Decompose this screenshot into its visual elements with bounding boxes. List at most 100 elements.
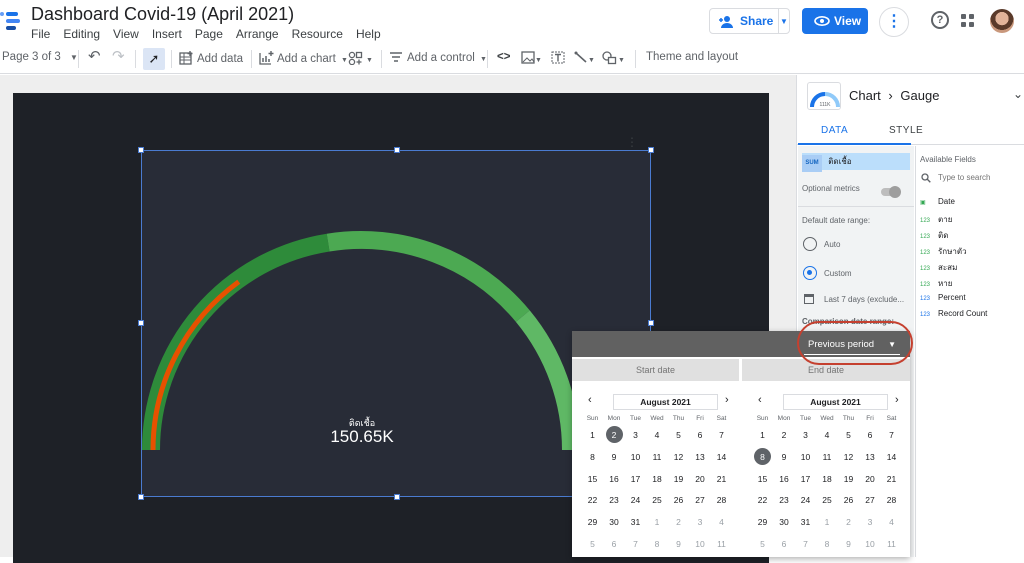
resize-handle[interactable] bbox=[138, 494, 144, 500]
calendar-day[interactable]: 10 bbox=[795, 448, 816, 466]
calendar-day[interactable]: 2 bbox=[774, 426, 795, 444]
calendar-day[interactable]: 26 bbox=[838, 491, 859, 509]
calendar-day[interactable]: 7 bbox=[881, 426, 902, 444]
calendar-day[interactable]: 21 bbox=[711, 470, 732, 488]
calendar-day[interactable]: 11 bbox=[711, 535, 732, 553]
calendar-day[interactable]: 23 bbox=[774, 491, 795, 509]
undo-icon[interactable]: ↶ bbox=[88, 47, 101, 65]
calendar-day[interactable]: 13 bbox=[690, 448, 711, 466]
calendar-day[interactable]: 18 bbox=[647, 470, 668, 488]
resize-handle[interactable] bbox=[394, 494, 400, 500]
custom-range-value[interactable]: Last 7 days (exclude... bbox=[824, 295, 910, 304]
user-avatar[interactable] bbox=[990, 9, 1014, 33]
menu-view[interactable]: View bbox=[113, 27, 139, 41]
calendar-day[interactable]: 18 bbox=[817, 470, 838, 488]
calendar-day[interactable]: 10 bbox=[860, 535, 881, 553]
radio-custom[interactable] bbox=[803, 266, 817, 280]
month-label[interactable]: August 2021 bbox=[613, 394, 718, 410]
calendar-day[interactable]: 14 bbox=[711, 448, 732, 466]
calendar-day[interactable]: 9 bbox=[668, 535, 689, 553]
calendar-day[interactable]: 1 bbox=[647, 513, 668, 531]
prev-month-icon[interactable]: ‹ bbox=[588, 394, 592, 406]
calendar-day[interactable]: 8 bbox=[582, 448, 603, 466]
calendar-day[interactable]: 3 bbox=[795, 426, 816, 444]
calendar-day[interactable]: 30 bbox=[604, 513, 625, 531]
calendar-day[interactable]: 27 bbox=[860, 491, 881, 509]
calendar-day[interactable]: 5 bbox=[752, 535, 773, 553]
calendar-day[interactable]: 12 bbox=[838, 448, 859, 466]
calendar-day[interactable]: 13 bbox=[860, 448, 881, 466]
calendar-day[interactable]: 3 bbox=[625, 426, 646, 444]
calendar-day[interactable]: 12 bbox=[668, 448, 689, 466]
add-control-button[interactable]: Add a control ▼ bbox=[389, 51, 487, 64]
calendar-day[interactable]: 6 bbox=[860, 426, 881, 444]
calendar-day[interactable]: 20 bbox=[860, 470, 881, 488]
calendar-day[interactable]: 28 bbox=[711, 491, 732, 509]
calendar-day[interactable]: 9 bbox=[838, 535, 859, 553]
field-item[interactable]: 123 ติด bbox=[920, 229, 948, 242]
calendar-day[interactable]: 15 bbox=[582, 470, 603, 488]
calendar-day[interactable]: 8 bbox=[817, 535, 838, 553]
prev-month-icon[interactable]: ‹ bbox=[758, 394, 762, 406]
radio-auto[interactable] bbox=[803, 237, 817, 251]
collapse-panel-icon[interactable]: ⌄ bbox=[1013, 87, 1023, 101]
menu-arrange[interactable]: Arrange bbox=[236, 27, 279, 41]
view-button[interactable]: View bbox=[802, 8, 868, 34]
calendar-day[interactable]: 6 bbox=[690, 426, 711, 444]
calendar-day[interactable]: 22 bbox=[582, 491, 603, 509]
calendar-day[interactable]: 5 bbox=[582, 535, 603, 553]
calendar-day[interactable]: 9 bbox=[774, 448, 795, 466]
menu-page[interactable]: Page bbox=[195, 27, 223, 41]
select-cursor-icon[interactable]: ➚ bbox=[143, 48, 165, 70]
field-item[interactable]: ▣ Date bbox=[920, 197, 955, 206]
metric-chip[interactable]: SUM ติดเชื้อ bbox=[802, 153, 910, 172]
calendar-day[interactable]: 7 bbox=[625, 535, 646, 553]
calendar-day[interactable]: 6 bbox=[774, 535, 795, 553]
share-button[interactable]: Share ▼ bbox=[709, 8, 790, 34]
resize-handle[interactable] bbox=[394, 147, 400, 153]
chart-type-breadcrumb[interactable]: Chart › Gauge bbox=[849, 88, 939, 103]
calendar-day[interactable]: 10 bbox=[690, 535, 711, 553]
calendar-day[interactable]: 7 bbox=[711, 426, 732, 444]
resize-handle[interactable] bbox=[138, 320, 144, 326]
chart-more-icon[interactable]: ⋮ bbox=[626, 135, 638, 149]
gauge-thumbnail[interactable]: 111K bbox=[807, 82, 841, 110]
calendar-day[interactable]: 27 bbox=[690, 491, 711, 509]
calendar-day[interactable]: 4 bbox=[647, 426, 668, 444]
calendar-day[interactable]: 1 bbox=[817, 513, 838, 531]
next-month-icon[interactable]: › bbox=[725, 394, 729, 406]
add-data-button[interactable]: Add data bbox=[179, 51, 243, 65]
text-box-icon[interactable] bbox=[551, 51, 565, 65]
menu-insert[interactable]: Insert bbox=[152, 27, 182, 41]
more-options-icon[interactable]: ⋮ bbox=[879, 7, 909, 37]
tab-data[interactable]: DATA bbox=[821, 125, 848, 136]
field-item[interactable]: 123 Percent bbox=[920, 293, 966, 302]
community-viz-button[interactable]: ▼ bbox=[348, 51, 373, 66]
calendar-day[interactable]: 23 bbox=[604, 491, 625, 509]
calendar-day[interactable]: 17 bbox=[625, 470, 646, 488]
calendar-day[interactable]: 11 bbox=[881, 535, 902, 553]
calendar-day[interactable]: 2 bbox=[838, 513, 859, 531]
month-label[interactable]: August 2021 bbox=[783, 394, 888, 410]
resize-handle[interactable] bbox=[648, 147, 654, 153]
report-title[interactable]: Dashboard Covid-19 (April 2021) bbox=[31, 4, 294, 25]
data-studio-logo[interactable] bbox=[0, 8, 20, 32]
field-item[interactable]: 123 รักษาตัว bbox=[920, 245, 967, 258]
calendar-day[interactable]: 28 bbox=[881, 491, 902, 509]
calendar-day[interactable]: 29 bbox=[582, 513, 603, 531]
calendar-day[interactable]: 24 bbox=[795, 491, 816, 509]
calendar-day[interactable]: 21 bbox=[881, 470, 902, 488]
calendar-day[interactable]: 10 bbox=[625, 448, 646, 466]
next-month-icon[interactable]: › bbox=[895, 394, 899, 406]
calendar-day[interactable]: 2 bbox=[604, 426, 625, 444]
resize-handle[interactable] bbox=[648, 320, 654, 326]
calendar-day[interactable]: 24 bbox=[625, 491, 646, 509]
calendar-day[interactable]: 19 bbox=[668, 470, 689, 488]
field-item[interactable]: 123 ตาย bbox=[920, 213, 952, 226]
menu-editing[interactable]: Editing bbox=[63, 27, 100, 41]
calendar-day[interactable]: 25 bbox=[647, 491, 668, 509]
calendar-day[interactable]: 25 bbox=[817, 491, 838, 509]
calendar-day[interactable]: 6 bbox=[604, 535, 625, 553]
calendar-day[interactable]: 16 bbox=[604, 470, 625, 488]
help-icon[interactable]: ? bbox=[931, 11, 949, 29]
